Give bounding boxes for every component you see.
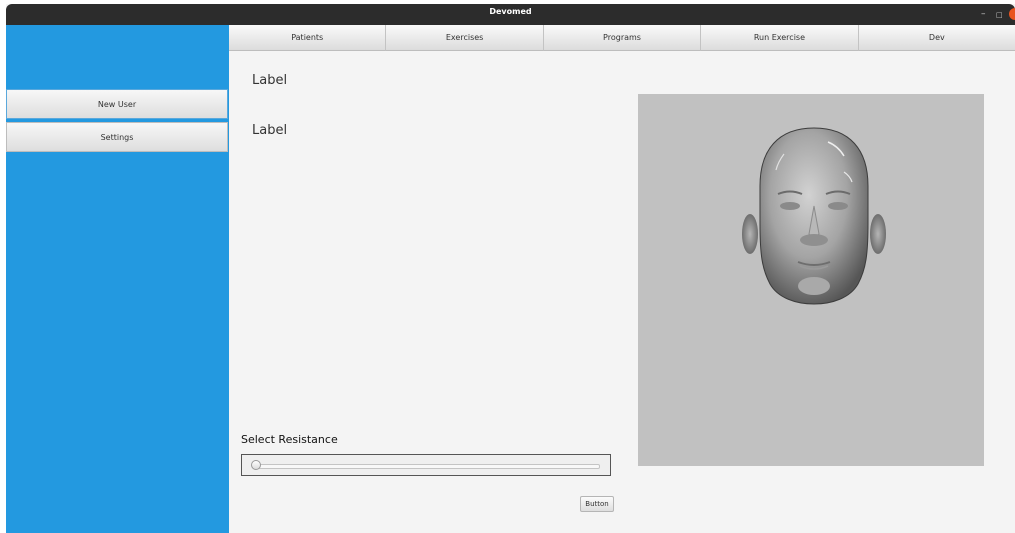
tab-patients[interactable]: Patients: [229, 25, 387, 51]
tab-run-exercise[interactable]: Run Exercise: [701, 25, 859, 51]
3d-viewport[interactable]: [638, 94, 984, 466]
slider-track[interactable]: [256, 464, 600, 469]
label-primary: Label: [252, 73, 288, 88]
app-window: Devomed – □ New User Settings Patients E…: [6, 4, 1015, 533]
label-secondary: Label: [252, 123, 288, 138]
tab-dev[interactable]: Dev: [858, 25, 1015, 51]
resistance-slider[interactable]: [241, 454, 611, 476]
window-title: Devomed: [489, 7, 532, 16]
tab-bar: Patients Exercises Programs Run Exercise…: [229, 25, 1015, 51]
new-user-button[interactable]: New User: [6, 89, 228, 119]
settings-button[interactable]: Settings: [6, 122, 228, 152]
action-button[interactable]: Button: [580, 496, 614, 512]
main-panel: Label Label Select Resistance Button: [229, 51, 1015, 533]
close-button[interactable]: [1009, 8, 1015, 20]
minimize-button[interactable]: –: [981, 8, 986, 20]
tab-programs[interactable]: Programs: [543, 25, 702, 51]
resistance-label: Select Resistance: [241, 433, 338, 446]
maximize-button[interactable]: □: [996, 9, 1003, 21]
slider-thumb[interactable]: [251, 460, 261, 470]
sidebar: New User Settings: [6, 25, 229, 533]
title-bar: Devomed – □: [6, 4, 1015, 25]
face-model-image: [742, 127, 886, 305]
tab-exercises[interactable]: Exercises: [386, 25, 544, 51]
